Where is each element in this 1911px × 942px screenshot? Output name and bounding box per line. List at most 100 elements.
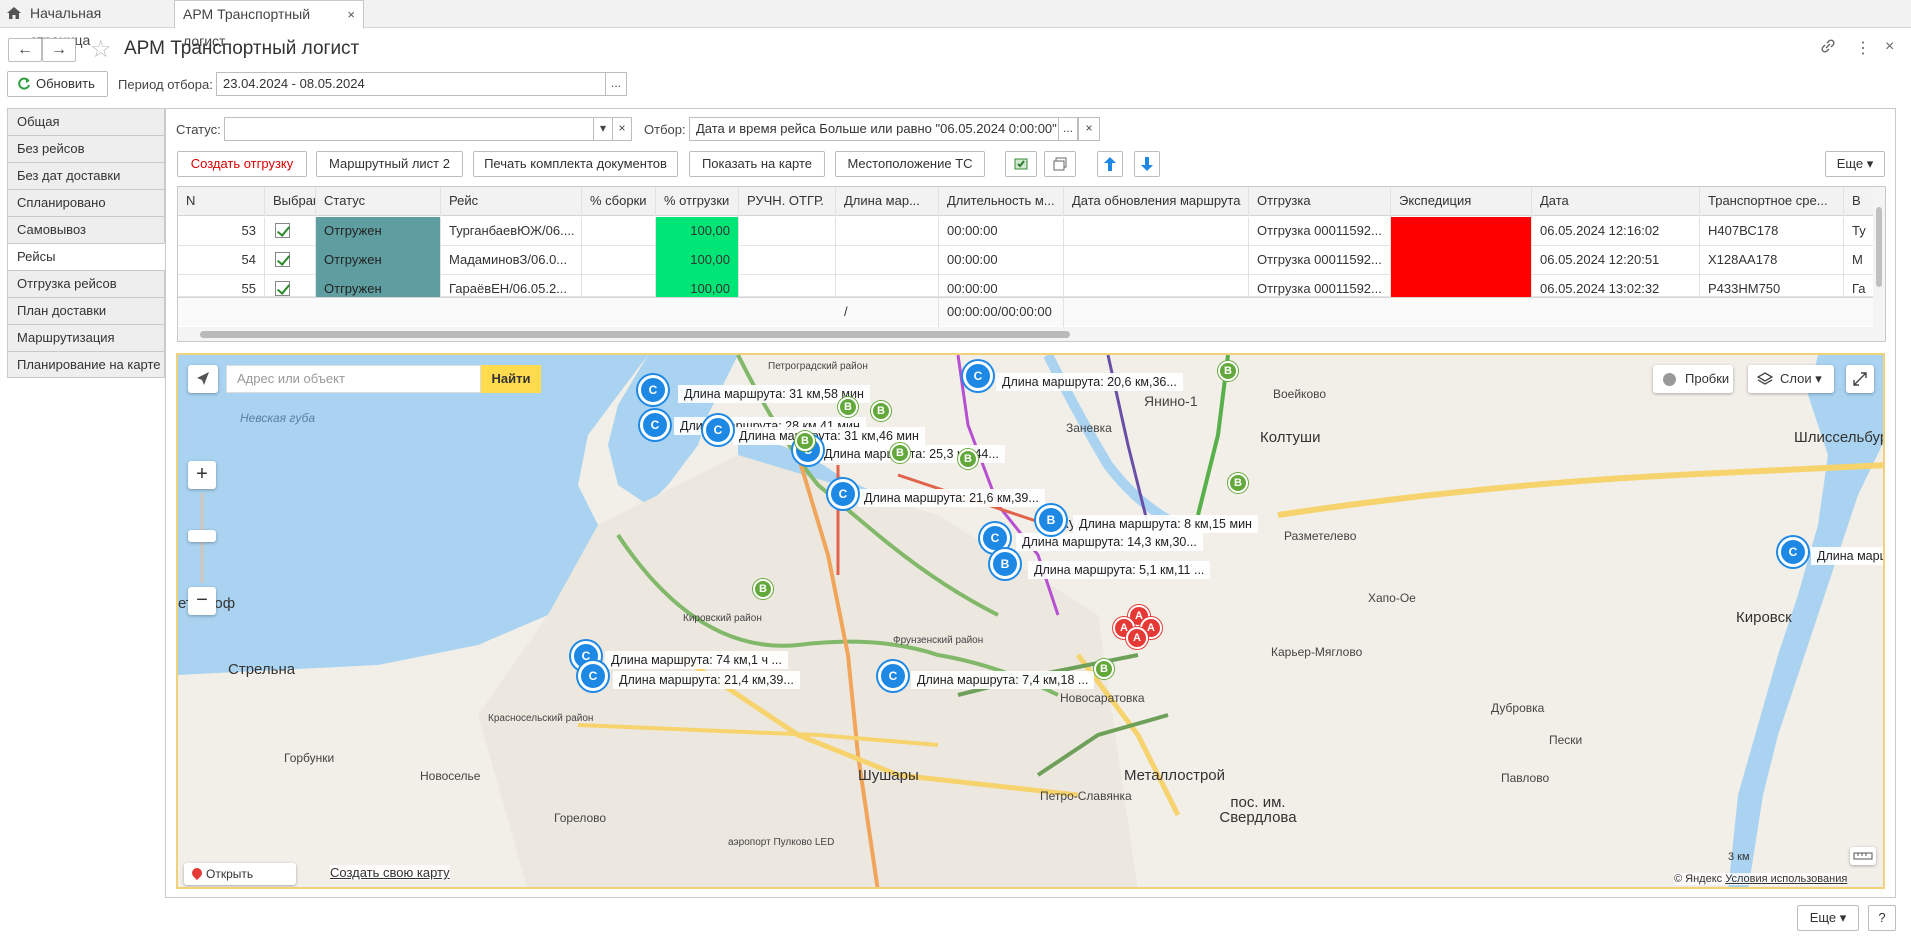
col-expedition[interactable]: Экспедиция xyxy=(1391,187,1532,216)
zoom-in-button[interactable]: + xyxy=(188,461,216,489)
pin-c[interactable]: C xyxy=(963,361,993,391)
route-label[interactable]: Длина маршрута: 20,6 км,36... xyxy=(996,373,1183,391)
traffic-button[interactable]: Пробки xyxy=(1653,365,1733,393)
selected-checkbox[interactable] xyxy=(275,281,290,296)
route-label[interactable]: Длина марш xyxy=(1811,547,1883,565)
pin-b-small[interactable]: B xyxy=(795,431,815,451)
route-label[interactable]: Длина маршрута: 7,4 км,18 ... xyxy=(911,671,1095,689)
status-clear-button[interactable]: × xyxy=(612,117,632,141)
pin-c[interactable]: C xyxy=(638,375,668,405)
move-down-button[interactable] xyxy=(1134,151,1160,177)
col-shipment-percent[interactable]: % отгрузки xyxy=(656,187,739,216)
side-tab-no-dates[interactable]: Без дат доставки xyxy=(7,162,165,189)
period-input[interactable]: 23.04.2024 - 08.05.2024 xyxy=(216,72,606,96)
table-row[interactable]: 53 Отгружен ТурганбаевЮЖ/06.... 100,00 0… xyxy=(178,217,1885,246)
col-manual-shipment[interactable]: РУЧН. ОТГР. xyxy=(739,187,836,216)
pin-c[interactable]: C xyxy=(878,661,908,691)
pin-b-small[interactable]: B xyxy=(958,449,978,469)
terms-link[interactable]: Условия использования xyxy=(1725,873,1847,885)
side-tab-no-trips[interactable]: Без рейсов xyxy=(7,135,165,162)
back-button[interactable]: ← xyxy=(8,38,42,62)
map-search-button[interactable]: Найти xyxy=(481,365,541,393)
side-tab-planned[interactable]: Спланировано xyxy=(7,189,165,216)
pin-b-small[interactable]: B xyxy=(871,401,891,421)
tab-home[interactable]: Начальная страница xyxy=(0,0,170,48)
route-label[interactable]: Длина маршрута: 31 км,46 мин xyxy=(733,427,925,445)
pin-b-small[interactable]: B xyxy=(753,579,773,599)
route-sheet-button[interactable]: Маршрутный лист 2 xyxy=(316,151,463,177)
help-button[interactable]: ? xyxy=(1868,905,1896,931)
col-route-updated[interactable]: Дата обновления маршрута xyxy=(1064,187,1249,216)
fullscreen-button[interactable] xyxy=(1846,365,1874,393)
filter-clear-button[interactable]: × xyxy=(1078,117,1100,141)
more-actions-icon[interactable]: ⋮ xyxy=(1855,38,1871,58)
col-route-duration[interactable]: Длительность м... xyxy=(939,187,1064,216)
more-button[interactable]: Еще ▾ xyxy=(1825,151,1885,177)
bottom-more-button[interactable]: Еще ▾ xyxy=(1797,905,1859,931)
check-all-button[interactable] xyxy=(1005,151,1037,177)
filter-select-button[interactable]: ... xyxy=(1058,117,1078,141)
layers-button[interactable]: Слои ▾ xyxy=(1748,365,1834,393)
col-date[interactable]: Дата xyxy=(1532,187,1700,216)
uncheck-all-button[interactable] xyxy=(1044,151,1076,177)
route-label[interactable]: Длина маршрута: 74 км,1 ч ... xyxy=(605,651,788,669)
pin-c[interactable]: C xyxy=(1778,537,1808,567)
col-trip[interactable]: Рейс xyxy=(441,187,582,216)
map-view[interactable]: Невская губа Петроградский район Янино-1… xyxy=(176,353,1885,889)
table-horizontal-scrollbar[interactable] xyxy=(178,327,1885,341)
route-label[interactable]: Длина маршрута: 21,6 км,39... xyxy=(858,489,1045,507)
create-map-link[interactable]: Создать свою карту xyxy=(330,865,450,880)
pin-b-small[interactable]: B xyxy=(1094,659,1114,679)
pin-b-small[interactable]: B xyxy=(1218,361,1238,381)
route-label[interactable]: Длина маршрута: 14,3 км,30... xyxy=(1016,533,1203,551)
pin-b[interactable]: B xyxy=(1036,505,1066,535)
cell-selected[interactable] xyxy=(265,246,316,275)
print-documents-button[interactable]: Печать комплекта документов xyxy=(473,151,678,177)
pin-a[interactable]: A xyxy=(1126,627,1148,649)
col-route-length[interactable]: Длина мар... xyxy=(836,187,939,216)
selected-checkbox[interactable] xyxy=(275,252,290,267)
pin-c[interactable]: C xyxy=(828,479,858,509)
ruler-button[interactable] xyxy=(1850,847,1876,865)
pin-c[interactable]: C xyxy=(703,415,733,445)
pin-b[interactable]: B xyxy=(990,549,1020,579)
side-tab-general[interactable]: Общая xyxy=(7,108,165,135)
refresh-button[interactable]: Обновить xyxy=(7,71,108,97)
filter-input[interactable]: Дата и время рейса Больше или равно "06.… xyxy=(689,117,1059,141)
selected-checkbox[interactable] xyxy=(275,223,290,238)
show-on-map-button[interactable]: Показать на карте xyxy=(689,151,825,177)
side-tab-trips[interactable]: Рейсы xyxy=(7,243,165,270)
pin-b-small[interactable]: B xyxy=(838,397,858,417)
period-select-button[interactable]: ... xyxy=(605,72,627,96)
vscroll-thumb[interactable] xyxy=(1876,207,1882,287)
open-route-button[interactable]: Открыть маршрут xyxy=(184,863,296,885)
favorite-star-icon[interactable]: ☆ xyxy=(90,35,112,64)
col-shipment[interactable]: Отгрузка xyxy=(1249,187,1391,216)
create-shipment-button[interactable]: Создать отгрузку xyxy=(177,151,307,177)
vehicle-location-button[interactable]: Местоположение ТС xyxy=(835,151,985,177)
side-tab-routing[interactable]: Маршрутизация xyxy=(7,324,165,351)
zoom-out-button[interactable]: − xyxy=(188,587,216,615)
side-tab-map-planning[interactable]: Планирование на карте xyxy=(7,351,165,378)
hscroll-thumb[interactable] xyxy=(200,331,1070,338)
side-tab-delivery-plan[interactable]: План доставки xyxy=(7,297,165,324)
route-label[interactable]: Длина маршрута: 21,4 км,39... xyxy=(613,671,800,689)
col-vehicle[interactable]: Транспортное сре... xyxy=(1700,187,1844,216)
forward-button[interactable]: → xyxy=(42,38,76,62)
pin-c[interactable]: C xyxy=(578,661,608,691)
pin-b-small[interactable]: B xyxy=(890,443,910,463)
table-row[interactable]: 55 Отгружен ГараёвЕН/06.05.2... 100,00 0… xyxy=(178,275,1885,304)
map-search-input[interactable]: Адрес или объект xyxy=(226,365,481,393)
pin-c[interactable]: C xyxy=(640,410,670,440)
pin-b-small[interactable]: B xyxy=(1228,473,1248,493)
tab-arm[interactable]: АРМ Транспортный логист × xyxy=(174,0,364,49)
route-label[interactable]: Длина маршрута: 8 км,15 мин xyxy=(1073,515,1258,533)
zoom-slider-handle[interactable] xyxy=(188,530,216,542)
table-vertical-scrollbar[interactable] xyxy=(1873,187,1885,327)
route-label[interactable]: Длина маршрута: 5,1 км,11 ... xyxy=(1028,561,1211,579)
table-row[interactable]: 54 Отгружен МадаминовЗ/06.0... 100,00 00… xyxy=(178,246,1885,275)
col-selected[interactable]: Выбран xyxy=(265,187,316,216)
tab-close-icon[interactable]: × xyxy=(347,1,355,28)
cell-selected[interactable] xyxy=(265,217,316,246)
close-form-icon[interactable]: × xyxy=(1885,38,1894,56)
